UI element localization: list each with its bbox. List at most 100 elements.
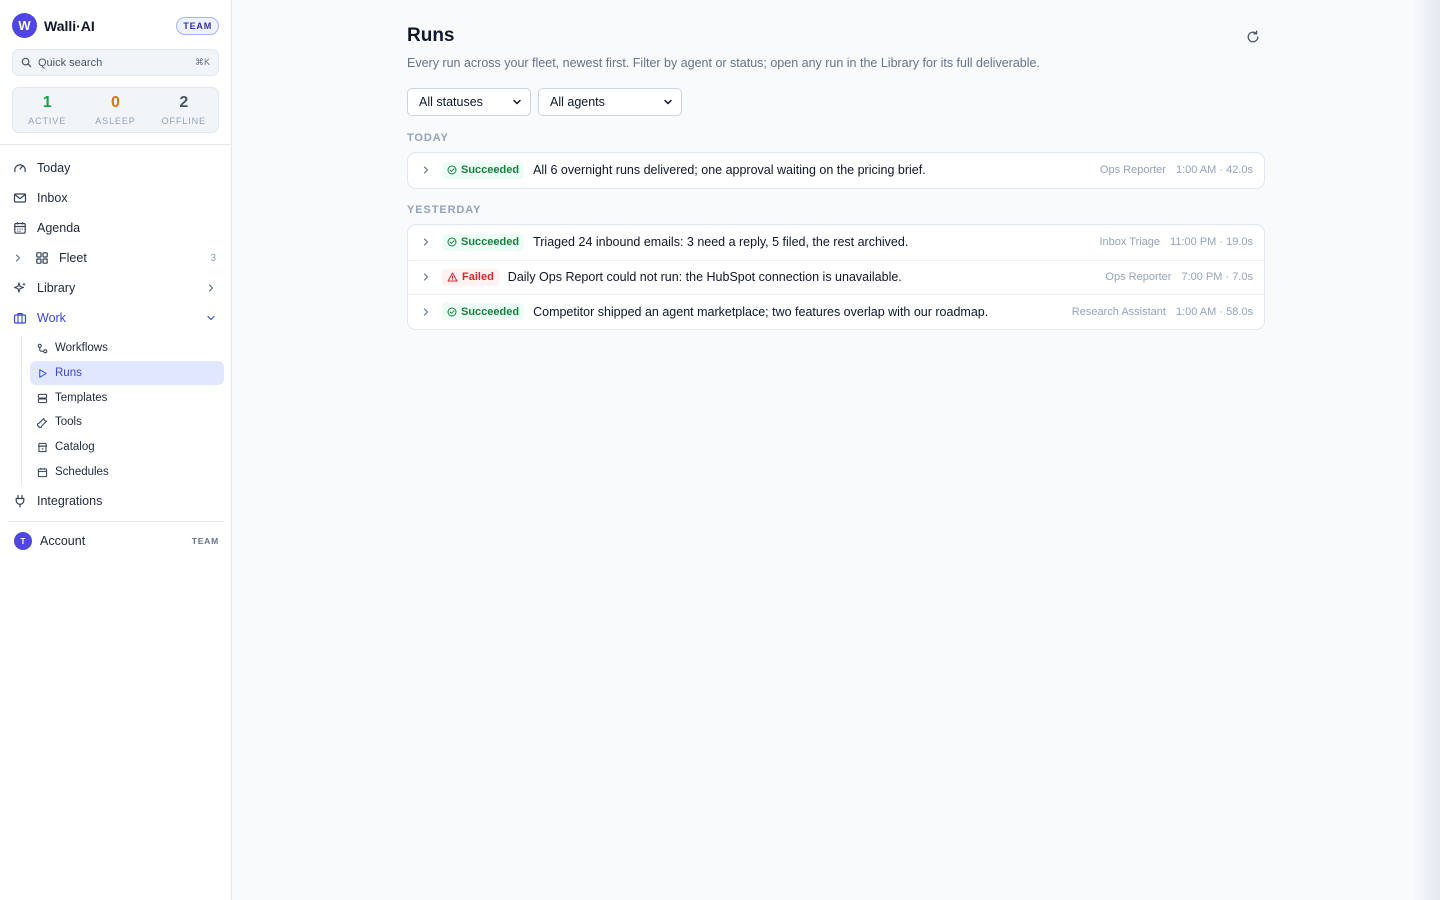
status-badge: Failed: [442, 268, 499, 286]
chevron-down-icon: [663, 97, 673, 107]
nav-fleet[interactable]: Fleet 3: [12, 245, 224, 271]
account-menu[interactable]: T Account TEAM: [14, 531, 219, 551]
avatar: T: [14, 532, 32, 550]
nav-today[interactable]: Today: [12, 155, 224, 181]
quick-search[interactable]: Quick search ⌘K: [12, 49, 219, 76]
status-badge: Succeeded: [442, 303, 525, 321]
stat-active[interactable]: 1 ACTIVE: [13, 88, 81, 132]
play-icon: [36, 367, 48, 379]
subnav-guide: [21, 336, 22, 486]
briefcase-icon: [12, 310, 28, 326]
panel-edge-shadow: [1412, 0, 1440, 900]
sub-catalog[interactable]: Catalog: [30, 435, 224, 459]
plan-badge: TEAM: [176, 16, 219, 35]
sub-catalog-label: Catalog: [55, 441, 95, 453]
search-shortcut: ⌘K: [194, 57, 210, 67]
nav-work[interactable]: Work: [12, 305, 224, 331]
chevron-down-icon: [206, 313, 216, 323]
status-badge: Succeeded: [442, 161, 525, 179]
run-row[interactable]: Failed Daily Ops Report could not run: t…: [408, 259, 1264, 295]
run-list-today: Succeeded All 6 overnight runs delivered…: [407, 152, 1265, 189]
chevron-right-icon[interactable]: [420, 237, 432, 247]
sidebar-divider: [8, 521, 224, 522]
check-circle-icon: [447, 237, 457, 247]
nav-work-label: Work: [37, 311, 66, 325]
run-row[interactable]: Succeeded Triaged 24 inbound emails: 3 n…: [408, 225, 1264, 260]
group-label-yesterday: YESTERDAY: [407, 204, 482, 216]
status-badge-label: Succeeded: [461, 164, 520, 177]
sub-workflows-label: Workflows: [55, 342, 108, 354]
chevron-right-icon[interactable]: [420, 272, 432, 282]
status-filter-select[interactable]: All statuses: [407, 88, 531, 116]
status-badge-label: Succeeded: [461, 236, 520, 249]
page-title: Runs: [407, 25, 455, 46]
sidebar: W Walli·AI TEAM Quick search ⌘K 1 ACTIVE…: [0, 0, 232, 900]
status-badge: Succeeded: [442, 233, 525, 251]
stat-offline-label: OFFLINE: [161, 116, 206, 126]
run-agent: Ops Reporter: [1099, 164, 1166, 177]
nav-integrations[interactable]: Integrations: [12, 488, 224, 514]
stat-active-value: 1: [42, 94, 52, 111]
run-meta: Research Assistant 1:00 AM · 58.0s: [1072, 306, 1253, 318]
chevron-down-icon: [512, 97, 522, 107]
sub-templates-label: Templates: [55, 392, 108, 404]
nav-fleet-label: Fleet: [59, 251, 87, 265]
status-badge-label: Succeeded: [461, 305, 520, 318]
status-filter-value: All statuses: [419, 95, 483, 109]
sub-tools[interactable]: Tools: [30, 410, 224, 434]
run-agent: Research Assistant: [1071, 305, 1166, 318]
gauge-icon: [12, 160, 28, 176]
nav-inbox[interactable]: Inbox: [12, 185, 224, 211]
nav-agenda-label: Agenda: [37, 221, 81, 235]
run-time: 1:00 AM · 42.0s: [1175, 164, 1253, 177]
run-agent: Ops Reporter: [1105, 271, 1172, 284]
stat-active-label: ACTIVE: [28, 116, 67, 126]
chevron-right-icon[interactable]: [12, 250, 24, 266]
run-meta: Ops Reporter 7:00 PM · 7.0s: [1105, 271, 1253, 283]
stat-offline-value: 2: [179, 94, 189, 111]
nav-library[interactable]: Library: [12, 275, 224, 301]
sub-templates[interactable]: Templates: [30, 386, 224, 410]
brand-name: Walli·AI: [44, 17, 95, 34]
run-meta: Ops Reporter 1:00 AM · 42.0s: [1100, 164, 1253, 176]
sub-workflows[interactable]: Workflows: [30, 336, 224, 360]
sub-runs[interactable]: Runs: [30, 361, 224, 385]
agent-filter-value: All agents: [550, 95, 605, 109]
nav-inbox-label: Inbox: [37, 191, 68, 205]
stat-asleep-label: ASLEEP: [95, 116, 136, 126]
check-circle-icon: [447, 307, 457, 317]
run-row[interactable]: Succeeded Competitor shipped an agent ma…: [408, 294, 1264, 329]
sparkle-icon: [12, 280, 28, 296]
fleet-count: 3: [210, 252, 216, 264]
run-time: 1:00 AM · 58.0s: [1175, 305, 1253, 318]
run-meta: Inbox Triage 11:00 PM · 19.0s: [1100, 236, 1254, 248]
store-icon: [36, 441, 48, 453]
plug-icon: [12, 493, 28, 509]
brand-logo: W: [12, 13, 37, 38]
chevron-right-icon[interactable]: [420, 165, 432, 175]
refresh-button[interactable]: [1244, 28, 1261, 45]
agent-filter-select[interactable]: All agents: [538, 88, 682, 116]
fleet-stats: 1 ACTIVE 0 ASLEEP 2 OFFLINE: [12, 87, 219, 133]
sidebar-divider: [0, 144, 231, 145]
run-agent: Inbox Triage: [1099, 236, 1161, 249]
page-subtitle: Every run across your fleet, newest firs…: [407, 56, 1040, 70]
sub-schedules[interactable]: Schedules: [30, 460, 224, 484]
group-label-today: TODAY: [407, 132, 449, 144]
stat-offline[interactable]: 2 OFFLINE: [150, 88, 218, 132]
chevron-right-icon[interactable]: [420, 307, 432, 317]
wrench-icon: [36, 416, 48, 428]
calendar-icon: [12, 220, 28, 236]
refresh-icon: [1247, 30, 1258, 42]
search-icon: [21, 57, 32, 68]
run-row[interactable]: Succeeded All 6 overnight runs delivered…: [408, 153, 1264, 188]
sub-runs-label: Runs: [55, 367, 82, 379]
stat-asleep[interactable]: 0 ASLEEP: [81, 88, 149, 132]
nav-agenda[interactable]: Agenda: [12, 215, 224, 241]
account-plan-badge: TEAM: [191, 536, 219, 546]
brand[interactable]: W Walli·AI TEAM: [12, 13, 219, 38]
sub-schedules-label: Schedules: [55, 466, 109, 478]
grid-icon: [34, 250, 50, 266]
stat-asleep-value: 0: [111, 94, 120, 111]
run-summary: All 6 overnight runs delivered; one appr…: [533, 163, 926, 178]
